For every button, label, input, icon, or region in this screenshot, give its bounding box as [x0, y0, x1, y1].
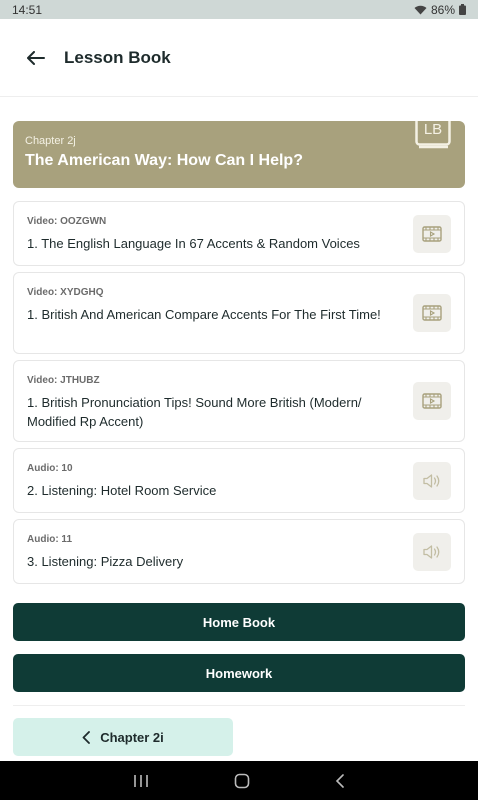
back-button[interactable] — [16, 38, 56, 78]
item-type-label: Video: OOZGWN — [27, 216, 107, 227]
video-icon[interactable] — [413, 215, 451, 253]
lesson-item-video[interactable]: Video: OOZGWN 1. The English Language In… — [13, 201, 465, 266]
previous-chapter-label: Chapter 2i — [100, 729, 164, 745]
svg-text:LB: LB — [424, 121, 442, 138]
page-title: Lesson Book — [64, 47, 171, 67]
home-icon[interactable] — [234, 773, 250, 789]
speaker-icon[interactable] — [413, 462, 451, 500]
recent-apps-icon[interactable] — [133, 774, 149, 788]
lesson-item-audio[interactable]: Audio: 11 3. Listening: Pizza Delivery — [13, 519, 465, 584]
item-title: 1. British And American Compare Accents … — [27, 307, 381, 322]
chapter-header-card: Chapter 2j The American Way: How Can I H… — [13, 121, 465, 188]
previous-chapter-button[interactable]: Chapter 2i — [13, 718, 233, 756]
divider — [13, 705, 465, 706]
battery-icon — [459, 4, 466, 15]
chapter-number: Chapter 2j — [25, 135, 76, 147]
lesson-item-audio[interactable]: Audio: 10 2. Listening: Hotel Room Servi… — [13, 448, 465, 513]
item-title: 1. The English Language In 67 Accents & … — [27, 236, 360, 251]
lesson-item-video[interactable]: Video: XYDGHQ 1. British And American Co… — [13, 272, 465, 354]
back-nav-icon[interactable] — [335, 773, 345, 788]
wifi-icon — [414, 5, 427, 14]
speaker-icon[interactable] — [413, 533, 451, 571]
app-bar: Lesson Book — [0, 19, 478, 97]
chevron-left-icon — [82, 730, 91, 744]
system-nav-bar — [0, 761, 478, 800]
item-type-label: Audio: 11 — [27, 534, 73, 545]
homework-button[interactable]: Homework — [13, 654, 465, 692]
video-icon[interactable] — [413, 382, 451, 420]
item-type-label: Video: XYDGHQ — [27, 287, 104, 298]
status-bar: 14:51 86% — [0, 0, 478, 19]
status-time: 14:51 — [12, 2, 43, 17]
lesson-item-video[interactable]: Video: JTHUBZ 1. British Pronunciation T… — [13, 360, 465, 442]
arrow-left-icon — [27, 50, 45, 65]
battery-percent: 86% — [430, 2, 455, 17]
item-type-label: Audio: 10 — [27, 463, 73, 474]
item-title: 2. Listening: Hotel Room Service — [27, 483, 217, 498]
item-title: 3. Listening: Pizza Delivery — [27, 554, 184, 569]
lesson-book-logo-icon: LB — [415, 121, 451, 149]
item-type-label: Video: JTHUBZ — [27, 375, 100, 386]
video-icon[interactable] — [413, 294, 451, 332]
item-title: 1. British Pronunciation Tips! Sound Mor… — [27, 395, 362, 429]
chapter-title: The American Way: How Can I Help? — [25, 152, 303, 169]
home-book-button[interactable]: Home Book — [13, 603, 465, 641]
